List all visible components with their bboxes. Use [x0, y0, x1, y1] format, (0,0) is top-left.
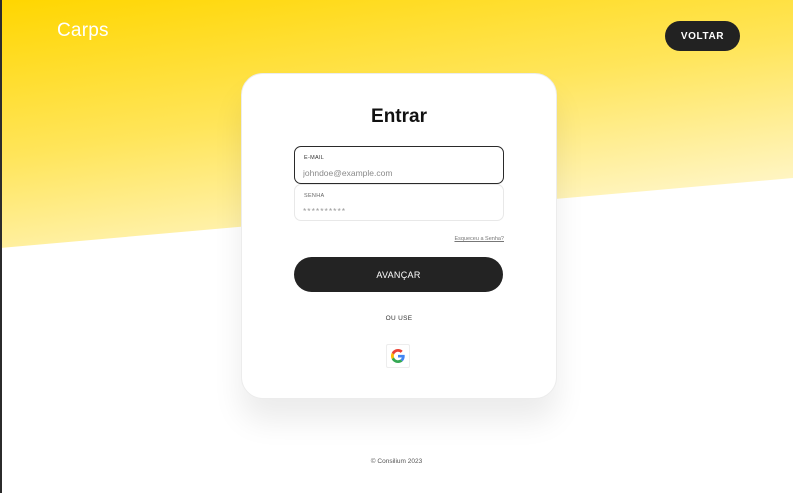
back-button[interactable]: VOLTAR — [665, 21, 740, 51]
email-label: E-MAIL — [304, 155, 325, 161]
password-field[interactable]: SENHA — [294, 184, 504, 221]
google-icon — [391, 349, 405, 363]
email-field[interactable]: E-MAIL — [294, 146, 504, 184]
brand-logo[interactable]: Carps — [57, 20, 109, 42]
password-input[interactable] — [303, 204, 493, 217]
password-label: SENHA — [304, 193, 325, 199]
login-card: Entrar E-MAIL SENHA Esqueceu a Senha? AV… — [241, 73, 557, 399]
google-login-button[interactable] — [386, 344, 410, 368]
page-title: Entrar — [371, 106, 427, 127]
submit-button[interactable]: AVANÇAR — [294, 257, 503, 292]
footer-copyright: © Consilium 2023 — [370, 458, 423, 465]
window-left-border — [0, 0, 2, 493]
email-input[interactable] — [303, 166, 493, 179]
forgot-password-link[interactable]: Esqueceu a Senha? — [454, 236, 504, 242]
alternative-login-label: OU USE — [385, 315, 413, 322]
